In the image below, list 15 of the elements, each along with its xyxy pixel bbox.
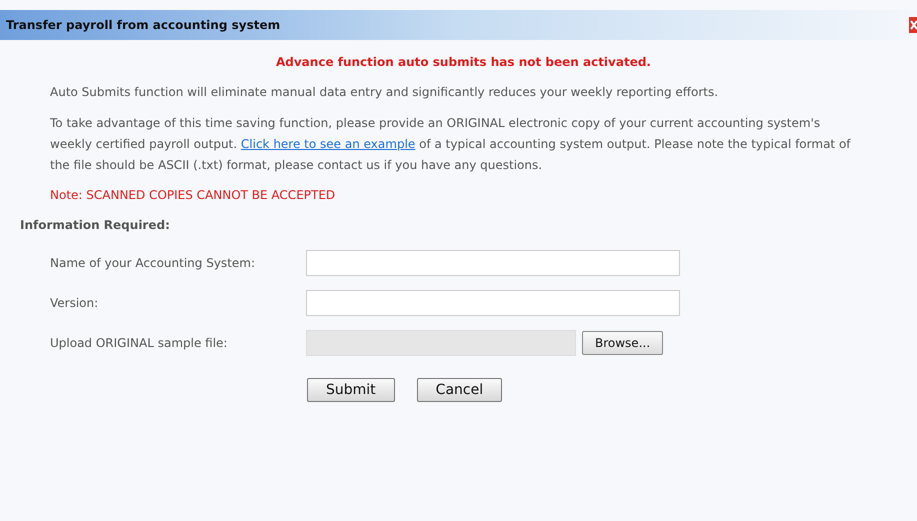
cancel-button[interactable]: Cancel xyxy=(416,378,502,402)
field-label: Upload ORIGINAL sample file: xyxy=(50,335,228,352)
example-link[interactable]: Click here to see an example xyxy=(240,137,416,151)
text-field[interactable] xyxy=(306,290,680,316)
field-label: Name of your Accounting System: xyxy=(50,255,256,272)
window-title: Transfer payroll from accounting system xyxy=(5,17,280,34)
scanned-copies-note: Note: SCANNED COPIES CANNOT BE ACCEPTED xyxy=(50,187,336,204)
warning-text: Advance function auto submits has not been activated. xyxy=(274,54,652,71)
close-icon[interactable] xyxy=(909,17,917,33)
text-field[interactable] xyxy=(306,250,680,276)
intro-text: Auto Submits function will eliminate manual data entry and significantly reduces your weekly reporting efforts. xyxy=(50,84,720,101)
section-title: Information Required: xyxy=(19,217,171,234)
field-label: Version: xyxy=(50,295,100,312)
instructions-text: To take advantage of this time saving function, please provide an ORIGINAL electronic copy of your current accounting system's weekly certified payroll output. Click here to see an example of a typical accounting system output. Please note the typical format of the file should be ASCII (.txt) format, please contact us if you have any questions. xyxy=(50,115,852,174)
submit-button[interactable]: Submit xyxy=(307,378,395,402)
